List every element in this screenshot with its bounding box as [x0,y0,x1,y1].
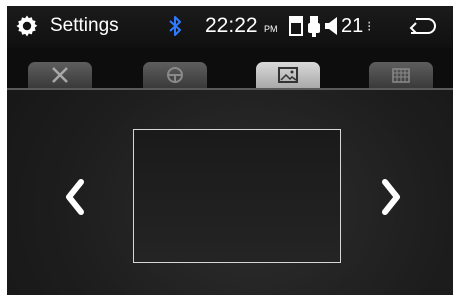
chevron-left-icon[interactable] [62,177,88,217]
tab-divider [7,88,453,90]
volume-more: ⁝ [367,18,372,34]
bluetooth-icon [169,16,181,36]
head-unit-screen: Settings 22:22 PM 21 ⁝ [7,6,453,295]
status-bar: Settings 22:22 PM 21 ⁝ [7,6,453,48]
gear-icon[interactable] [15,14,39,38]
tab-calendar[interactable] [369,62,433,88]
volume-level: 21 [341,15,364,37]
tab-tools[interactable] [28,62,92,88]
wallpaper-preview [133,129,341,263]
tab-steering-wheel[interactable] [143,62,207,88]
tab-bar [7,48,453,88]
sd-card-icon [289,16,303,36]
tab-picture[interactable] [256,62,320,88]
steering-wheel-icon [167,67,183,83]
tools-icon [52,67,68,83]
page-title: Settings [50,15,119,36]
usb-icon [308,16,320,37]
clock-ampm: PM [264,24,278,34]
calendar-icon [392,68,410,83]
chevron-right-icon[interactable] [378,177,404,217]
speaker-icon [325,17,337,35]
back-icon[interactable] [407,16,437,36]
clock-time: 22:22 [205,14,258,37]
picture-icon [278,67,298,83]
